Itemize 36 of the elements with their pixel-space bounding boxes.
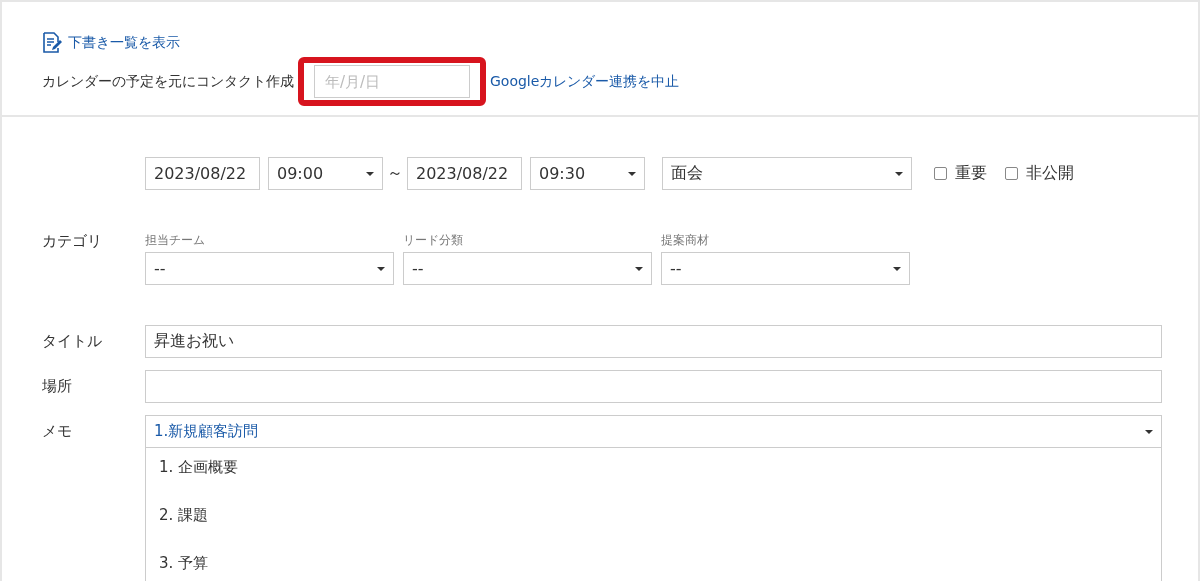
memo-text-area[interactable]: 1. 企画概要 2. 課題 3. 予算 [145, 448, 1162, 581]
category-select[interactable]: -- [661, 252, 910, 285]
start-date-field[interactable]: 2023/08/22 [145, 157, 260, 190]
field-label: メモ [42, 422, 73, 441]
place-field[interactable] [145, 370, 1162, 403]
caret-icon [635, 266, 643, 271]
caret-icon [366, 171, 374, 176]
memo-template-select[interactable]: 1.新規顧客訪問 [145, 415, 1162, 448]
document-edit-icon [42, 32, 62, 53]
caret-icon [893, 266, 901, 271]
end-date-field[interactable]: 2023/08/22 [407, 157, 522, 190]
category-select[interactable]: -- [145, 252, 394, 285]
type-select[interactable]: 面会 [662, 157, 912, 190]
select-label: リード分類 [403, 232, 464, 249]
checkbox[interactable] [934, 167, 947, 180]
select-label: 提案商材 [661, 232, 710, 249]
caret-icon [1145, 429, 1153, 434]
checkbox-label: 非公開 [1026, 163, 1074, 184]
date-field[interactable]: 年/月/日 [314, 65, 470, 98]
caret-icon [377, 266, 385, 271]
calendar-contact-label: カレンダーの予定を元にコンタクト作成 [42, 72, 294, 91]
end-time-select[interactable]: 09:30 [530, 157, 645, 190]
select-label: 担当チーム [145, 232, 206, 249]
caret-icon [895, 171, 903, 176]
checkbox[interactable] [1005, 167, 1018, 180]
field-label: 場所 [42, 377, 73, 396]
stop-sync-link[interactable]: Googleカレンダー連携を中止 [490, 72, 680, 91]
field-label: カテゴリ [42, 232, 103, 252]
draft-list-link[interactable]: 下書き一覧を表示 [42, 32, 1198, 53]
checkbox-label: 重要 [955, 163, 987, 184]
range-separator: ～ [387, 163, 403, 184]
caret-icon [628, 171, 636, 176]
start-time-select[interactable]: 09:00 [268, 157, 383, 190]
category-select[interactable]: -- [403, 252, 652, 285]
field-label: タイトル [42, 332, 103, 351]
title-field[interactable]: 昇進お祝い [145, 325, 1162, 358]
